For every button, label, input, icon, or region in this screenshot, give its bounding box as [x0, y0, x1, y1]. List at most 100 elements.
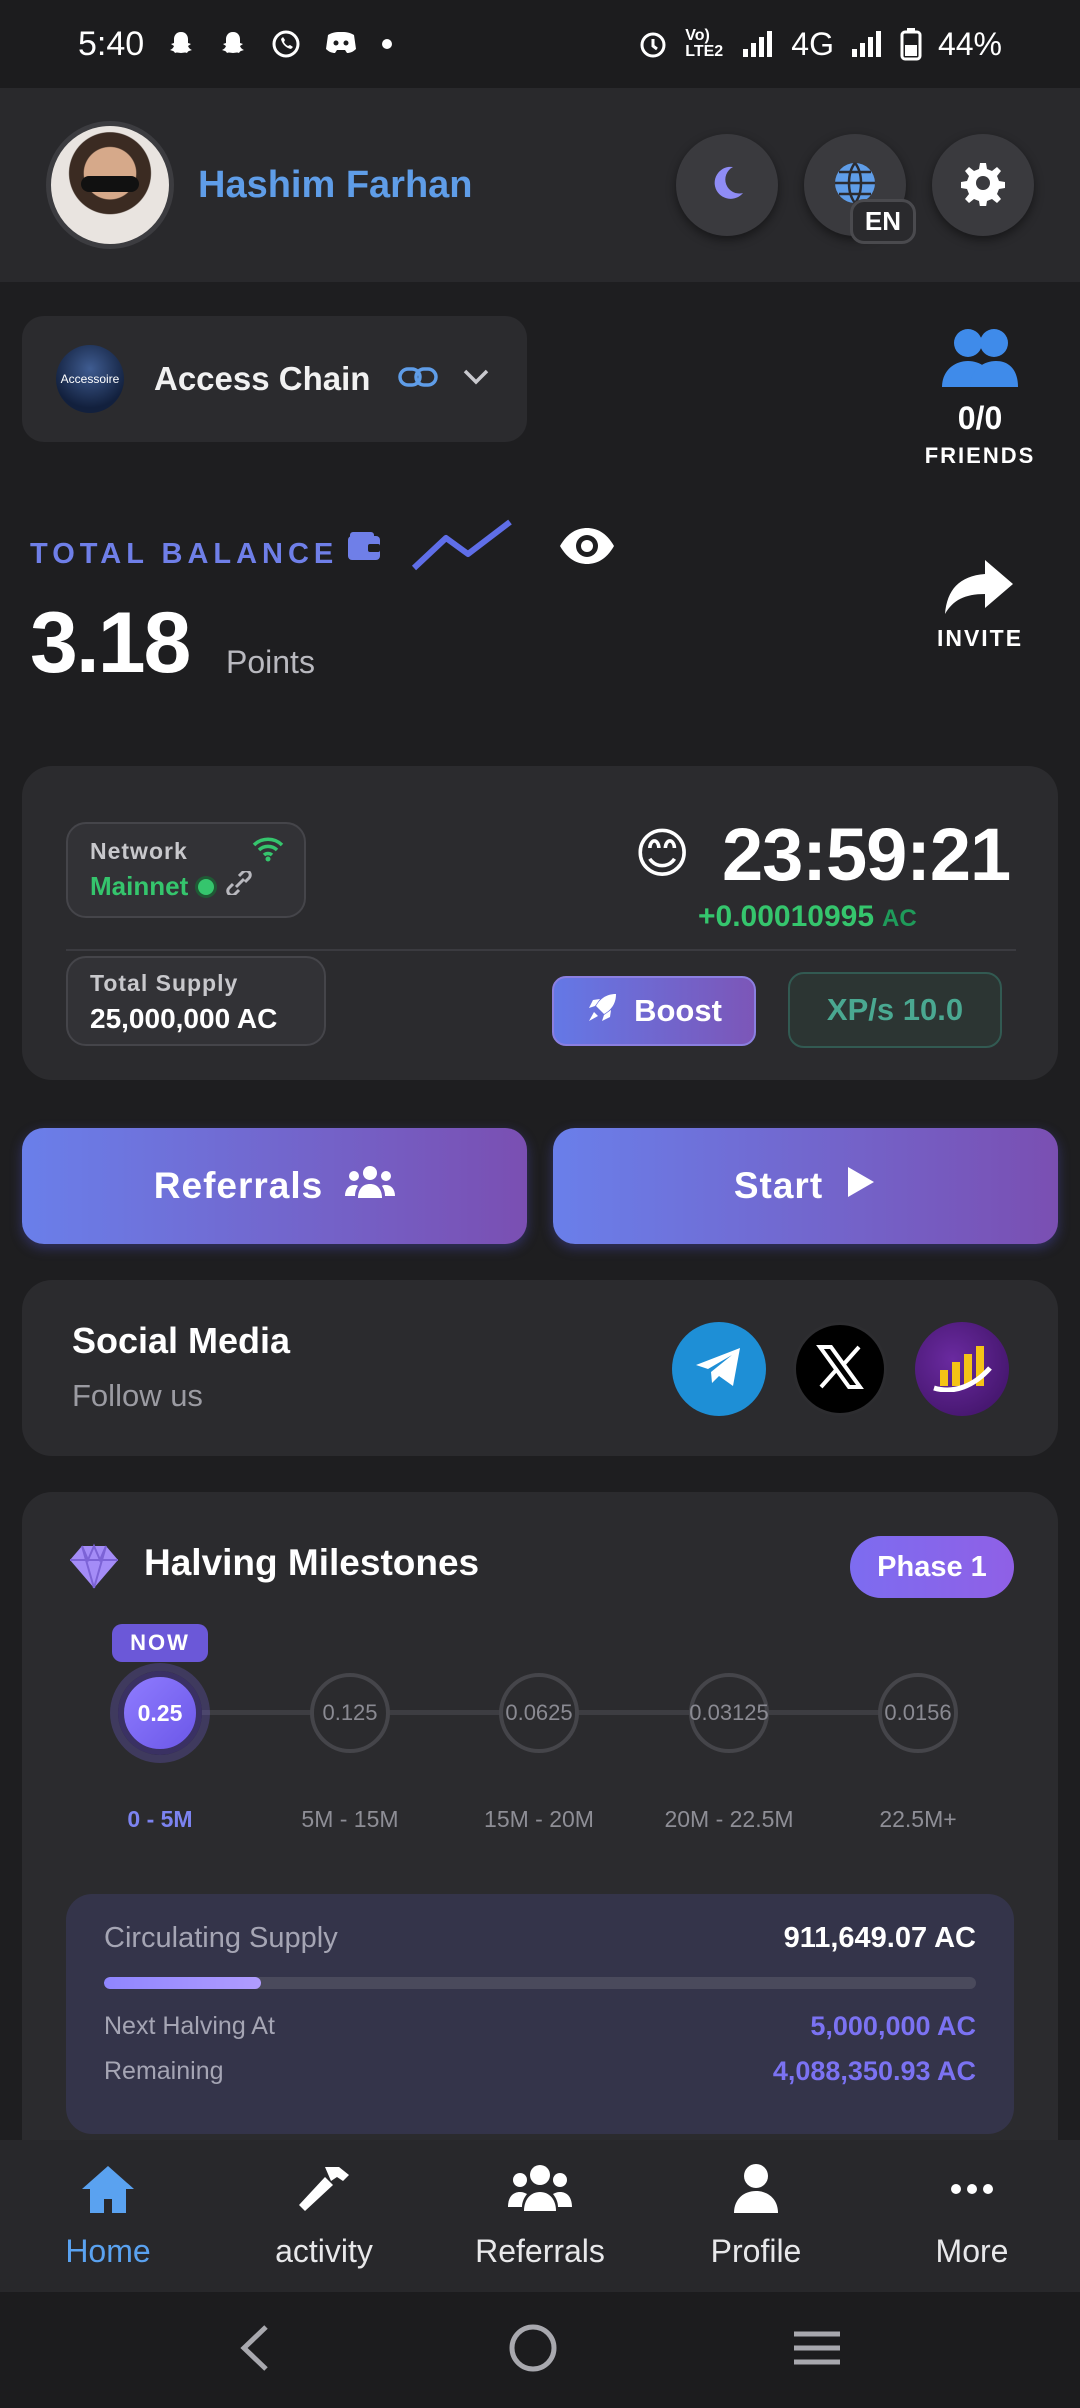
home-circle-icon[interactable]	[507, 2322, 559, 2379]
nav-home[interactable]: Home	[0, 2140, 216, 2292]
users-icon	[508, 2163, 572, 2223]
discord-icon	[324, 29, 358, 59]
app-header: Hashim Farhan EN	[0, 88, 1080, 282]
remaining-value: 4,088,350.93 AC	[772, 2056, 976, 2086]
user-name[interactable]: Hashim Farhan	[198, 164, 473, 207]
nav-referrals[interactable]: Referrals	[432, 2140, 648, 2292]
social-subtitle: Follow us	[72, 1378, 203, 1413]
halving-progress-bar	[104, 1977, 976, 1989]
theme-toggle-button[interactable]	[676, 134, 778, 236]
language-button[interactable]: EN	[804, 134, 916, 244]
remaining-label: Remaining	[104, 2057, 224, 2085]
moon-icon	[705, 161, 749, 210]
invite-button[interactable]: INVITE	[920, 556, 1040, 652]
battery-level: 44%	[937, 25, 1002, 62]
milestone-range: 5M - 15M	[301, 1806, 399, 1832]
total-supply-value: 25,000,000 AC	[90, 1003, 278, 1034]
xp-rate-badge: XP/s 10.0	[788, 972, 1002, 1048]
friends-count: 0/0	[957, 400, 1003, 436]
x-link[interactable]	[793, 1322, 887, 1416]
telegram-icon	[694, 1345, 744, 1394]
chain-logo: Accessoire	[56, 345, 124, 413]
x-icon	[815, 1342, 865, 1397]
status-time: 5:40	[78, 24, 145, 63]
nav-profile[interactable]: Profile	[648, 2140, 864, 2292]
mining-card: Network Mainnet 😊 23:59:21 +0.00010995 AC…	[22, 766, 1058, 1080]
trend-chart-icon[interactable]	[410, 518, 514, 579]
chain-selector[interactable]: Accessoire Access Chain	[22, 316, 527, 442]
social-title: Social Media	[72, 1320, 291, 1361]
rocket-icon	[586, 990, 620, 1032]
nav-referrals-label: Referrals	[475, 2232, 605, 2269]
nav-home-label: Home	[65, 2232, 151, 2269]
friends-counter[interactable]: 0/0 FRIENDS	[900, 325, 1060, 469]
language-code: EN	[849, 199, 916, 244]
community-link[interactable]	[915, 1322, 1009, 1416]
friends-label: FRIENDS	[924, 443, 1036, 468]
wifi-icon	[252, 836, 284, 867]
status-bar: 5:40 Vo) LTE2 4G 44%	[0, 0, 1080, 88]
avatar[interactable]	[46, 121, 174, 249]
settings-button[interactable]	[932, 134, 1034, 236]
next-halving-value: 5,000,000 AC	[810, 2011, 976, 2041]
chain-name: Access Chain	[154, 360, 371, 397]
link-icon[interactable]	[398, 365, 439, 394]
link-icon	[224, 869, 254, 902]
recents-icon[interactable]	[790, 2326, 844, 2375]
notification-dot-icon	[380, 37, 394, 51]
telegram-link[interactable]	[672, 1322, 766, 1416]
chain-logo-text: Accessoire	[60, 372, 120, 386]
share-arrow-icon	[943, 560, 1017, 620]
network-status: Network Mainnet	[66, 822, 306, 918]
battery-icon	[900, 27, 922, 61]
hammer-icon	[295, 2163, 353, 2223]
nav-activity[interactable]: activity	[216, 2140, 432, 2292]
milestone-node: 0.03125	[689, 1673, 769, 1753]
milestones-title: Halving Milestones	[144, 1542, 480, 1583]
signal-icon	[850, 29, 884, 59]
halving-progress-fill	[104, 1977, 261, 1989]
nav-more[interactable]: More	[864, 2140, 1080, 2292]
eye-icon[interactable]	[558, 526, 616, 571]
boost-label: Boost	[634, 993, 722, 1028]
chevron-down-icon[interactable]	[462, 368, 490, 391]
social-media-card: Social Media Follow us	[22, 1280, 1058, 1456]
invite-label: INVITE	[936, 625, 1024, 651]
whatsapp-icon	[270, 28, 302, 60]
mining-timer: 23:59:21	[722, 813, 1011, 896]
circulating-supply-value: 911,649.07 AC	[783, 1922, 976, 1954]
smile-emoji-icon: 😊	[634, 824, 691, 884]
circulating-supply-panel: Circulating Supply 911,649.07 AC Next Ha…	[66, 1894, 1014, 2134]
milestone-node: 0.25	[118, 1671, 202, 1755]
back-icon[interactable]	[236, 2323, 276, 2378]
start-button-label: Start	[733, 1165, 824, 1206]
users-icon	[345, 1164, 396, 1209]
mining-rate-value: +0.00010995	[698, 900, 875, 933]
person-icon	[730, 2163, 782, 2223]
total-supply-title: Total Supply	[90, 970, 239, 996]
circulating-supply-label: Circulating Supply	[104, 1922, 338, 1954]
mining-rate-unit: AC	[882, 905, 917, 932]
wallet-icon	[346, 530, 382, 567]
online-dot	[198, 878, 215, 895]
alarm-icon	[637, 28, 669, 60]
gear-icon	[960, 160, 1006, 211]
total-balance-label: TOTAL BALANCE	[30, 538, 339, 570]
system-navigation-bar	[0, 2292, 1080, 2408]
milestone-range: 0 - 5M	[127, 1806, 193, 1832]
balance-unit: Points	[226, 644, 315, 680]
start-button[interactable]: Start	[553, 1128, 1058, 1244]
volte-label: Vo) LTE2	[685, 27, 724, 60]
now-badge: NOW	[112, 1624, 208, 1662]
next-halving-label: Next Halving At	[104, 2012, 275, 2040]
boost-button[interactable]: Boost	[552, 976, 756, 1046]
diamond-icon	[68, 1540, 120, 1597]
more-icon	[946, 2163, 998, 2223]
referrals-button[interactable]: Referrals	[22, 1128, 527, 1244]
chart-icon	[932, 1342, 992, 1397]
snapchat-icon	[166, 29, 196, 59]
divider	[66, 949, 1016, 951]
snapchat-icon	[218, 29, 248, 59]
signal-icon	[741, 29, 775, 59]
milestone-range: 20M - 22.5M	[664, 1806, 794, 1832]
